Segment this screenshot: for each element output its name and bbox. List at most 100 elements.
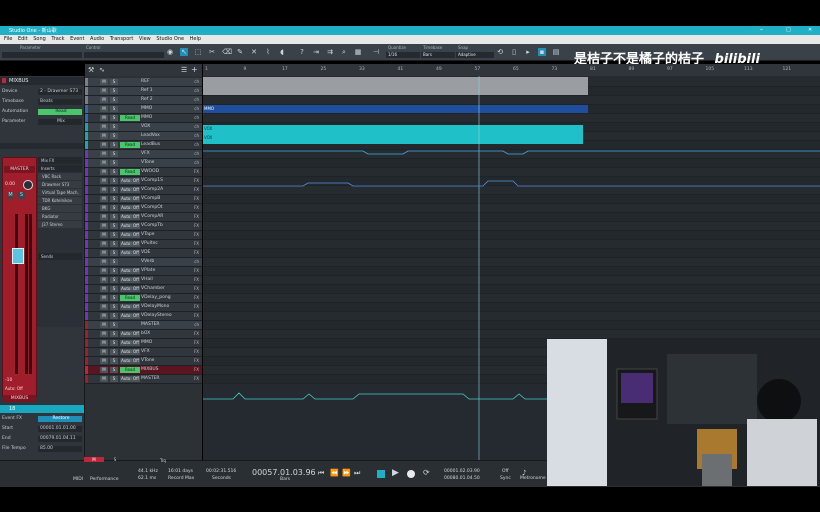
track-automation-mode[interactable]: Auto: Off [120, 340, 140, 346]
track-name[interactable]: MASTER [141, 322, 160, 327]
quantize-icon[interactable]: ⇥ [312, 48, 320, 56]
split-tool-icon[interactable]: ✂ [208, 48, 216, 56]
track-mute-button[interactable]: M [100, 241, 108, 247]
loop-icon[interactable]: ⟲ [496, 48, 504, 56]
mute-button[interactable]: M [7, 192, 14, 199]
snap-toggle-icon[interactable]: ⊣ [372, 48, 380, 56]
track-mute-button[interactable]: M [100, 304, 108, 310]
track-name[interactable]: MMO [141, 115, 152, 120]
track-row[interactable]: M S Auto: Off VFX FX [85, 348, 202, 357]
eraser-tool-icon[interactable]: ⌫ [222, 48, 232, 56]
track-name[interactable]: LeadBus [141, 142, 160, 147]
track-solo-button[interactable]: S [110, 295, 118, 301]
track-end-label[interactable]: ch [194, 142, 199, 147]
track-row[interactable]: M S Ref 1 ch [85, 87, 202, 96]
track-row[interactable]: M S Auto: Off VCompTb FX [85, 222, 202, 231]
mix-fx-title[interactable]: Mix FX [38, 157, 82, 164]
menu-view[interactable]: View [139, 36, 151, 42]
track-name[interactable]: VDelay_pong [141, 295, 171, 300]
loop-end[interactable]: 00080.01.04.50 [444, 476, 480, 481]
device-value[interactable]: 2 - Drawmer S73 [38, 89, 82, 95]
track-automation-mode[interactable]: Auto: Off [120, 241, 140, 247]
track-row[interactable]: M S REF ch [85, 78, 202, 87]
insert-slot-2[interactable]: Drawmer S73 [38, 181, 82, 188]
record-button[interactable] [407, 470, 415, 478]
loop-start[interactable]: 00001.02.03.90 [444, 469, 480, 474]
track-row[interactable]: M S Auto: Off VPlate FX [85, 267, 202, 276]
track-end-label[interactable]: FX [194, 232, 199, 237]
track-mute-button[interactable]: M [100, 142, 108, 148]
add-track-icon[interactable]: + [191, 65, 198, 74]
arrow-tool-icon[interactable]: ↖ [180, 48, 188, 56]
track-automation-mode[interactable]: Auto: Off [120, 286, 140, 292]
inserts-header[interactable]: Inserts [38, 165, 82, 172]
inspector-automation-row[interactable]: Automation Read [2, 109, 82, 116]
track-row[interactable]: M S Auto: Off VTone FX [85, 357, 202, 366]
track-mute-button[interactable]: M [100, 376, 108, 382]
channel-name[interactable]: MASTER [4, 166, 35, 173]
autoscroll-icon[interactable]: ⇉ [326, 48, 334, 56]
insert-slot-6[interactable]: Radiator [38, 213, 82, 220]
track-name[interactable]: VChamber [141, 286, 165, 291]
bend-tool-icon[interactable]: ⌇ [264, 48, 272, 56]
track-automation-mode[interactable]: Read [120, 295, 140, 301]
track-mute-button[interactable]: M [100, 169, 108, 175]
menu-edit[interactable]: Edit [18, 36, 28, 42]
track-row[interactable]: M S Auto: Off VCompOt FX [85, 204, 202, 213]
menu-track[interactable]: Track [51, 36, 64, 42]
automation-mode[interactable]: Read [38, 109, 82, 115]
marker-icon[interactable]: ▯ [510, 48, 518, 56]
track-row[interactable]: M S VVerb ch [85, 258, 202, 267]
track-mute-button[interactable]: M [100, 277, 108, 283]
track-automation-mode[interactable]: Read [120, 115, 140, 121]
paint-tool-icon[interactable]: ✎ [236, 48, 244, 56]
track-mute-button[interactable]: M [100, 340, 108, 346]
track-end-label[interactable]: ch [194, 259, 199, 264]
menu-help[interactable]: Help [190, 36, 201, 42]
track-row[interactable]: M S LeadVox ch [85, 132, 202, 141]
track-automation-mode[interactable]: Auto: Off [120, 187, 140, 193]
track-solo-button[interactable]: S [110, 124, 118, 130]
track-mute-button[interactable]: M [100, 196, 108, 202]
track-name[interactable]: VTape [141, 232, 154, 237]
track-solo-button[interactable]: S [110, 340, 118, 346]
track-end-label[interactable]: FX [194, 250, 199, 255]
zoom-icon[interactable]: ⌕ [340, 48, 348, 56]
track-end-label[interactable]: FX [194, 367, 199, 372]
track-end-label[interactable]: ch [194, 124, 199, 129]
track-mute-button[interactable]: M [100, 331, 108, 337]
track-end-label[interactable]: FX [194, 241, 199, 246]
track-end-label[interactable]: FX [194, 340, 199, 345]
rewind-start-icon[interactable]: ⏮ [318, 469, 324, 478]
track-row[interactable]: M S Read MIXBUS FX [85, 366, 202, 375]
stop-button[interactable] [377, 470, 385, 478]
track-mute-button[interactable]: M [100, 124, 108, 130]
menu-studio-one[interactable]: Studio One [156, 36, 184, 42]
track-solo-button[interactable]: S [110, 232, 118, 238]
track-solo-button[interactable]: S [110, 277, 118, 283]
track-name[interactable]: VHall [141, 277, 153, 282]
track-row[interactable]: M S Auto: Off bOX FX [85, 330, 202, 339]
restore-button[interactable]: Restore [38, 416, 82, 422]
track-solo-button[interactable]: S [110, 268, 118, 274]
track-solo-button[interactable]: S [110, 241, 118, 247]
track-name[interactable]: VFX [141, 151, 150, 156]
event-fx-row[interactable]: Event FX Restore [2, 416, 82, 423]
inspector-timebase-row[interactable]: Timebase Beats [2, 99, 82, 106]
track-mute-button[interactable]: M [100, 160, 108, 166]
track-mute-button[interactable]: M [100, 259, 108, 265]
range-tool-icon[interactable]: ⬚ [194, 48, 202, 56]
track-solo-button[interactable]: S [110, 106, 118, 112]
insert-slot-1[interactable]: VBC Rack [38, 173, 82, 180]
track-list-toggle[interactable]: Trq [160, 458, 166, 463]
track-mute-button[interactable]: M [100, 133, 108, 139]
loop-toggle-icon[interactable]: ⟳ [423, 468, 430, 477]
play-icon[interactable]: ▶ [392, 468, 399, 478]
menu-audio[interactable]: Audio [90, 36, 104, 42]
automation-icon[interactable]: ∿ [99, 66, 105, 74]
track-row[interactable]: M S MASTER ch [85, 321, 202, 330]
track-end-label[interactable]: FX [194, 376, 199, 381]
track-automation-mode[interactable]: Auto: Off [120, 196, 140, 202]
track-end-label[interactable]: FX [194, 187, 199, 192]
track-mute-button[interactable]: M [100, 97, 108, 103]
